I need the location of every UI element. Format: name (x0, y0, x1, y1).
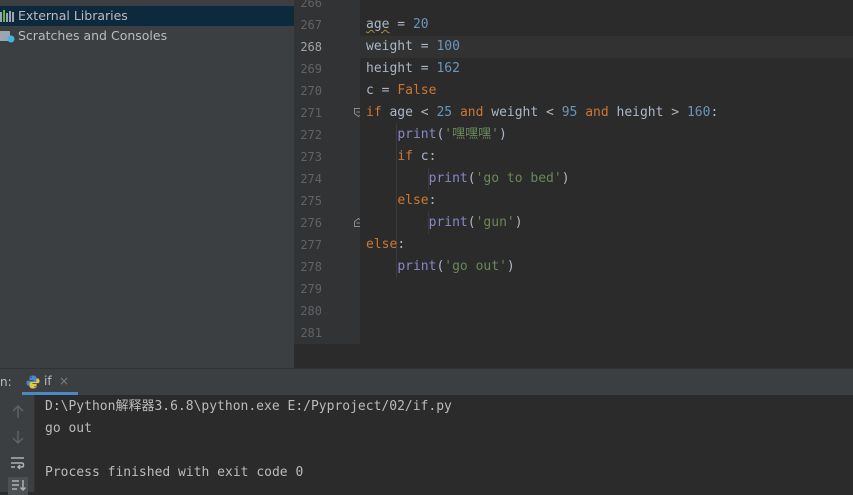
line-number: 274 (300, 172, 322, 186)
run-console[interactable]: D:\Python解释器3.6.8\python.exe E:/Pyprojec… (35, 395, 853, 492)
python-icon (26, 375, 40, 389)
code-line: else: (366, 237, 406, 252)
code-line: height = 162 (366, 61, 460, 76)
code-line: weight = 100 (366, 39, 460, 54)
line-number: 276 (300, 216, 322, 230)
editor-gutter[interactable]: 266 267 268 269 270 271 272 273 274 275 … (294, 0, 363, 344)
run-tab-label: if (44, 374, 52, 388)
project-panel-fill (0, 344, 294, 368)
line-number: 266 (300, 0, 322, 10)
tree-item-scratches-and-consoles[interactable]: Scratches and Consoles (0, 26, 294, 46)
console-line-command: D:\Python解释器3.6.8\python.exe E:/Pyprojec… (45, 399, 452, 414)
tree-item-external-libraries[interactable]: External Libraries (0, 6, 294, 26)
line-number: 267 (300, 18, 322, 32)
code-line: print('嘿嘿嘿') (397, 127, 507, 142)
line-number: 269 (300, 62, 322, 76)
run-tool-window-header: n: if × (0, 368, 853, 395)
code-line: else: (397, 193, 437, 208)
line-number: 277 (300, 238, 322, 252)
line-number-current: 268 (300, 40, 322, 54)
run-tab-if[interactable]: if × (22, 369, 78, 395)
code-line: if age < 25 and weight < 95 and height >… (366, 105, 719, 120)
line-number: 272 (300, 128, 322, 142)
console-line-output: go out (45, 421, 92, 436)
run-toolbar (0, 395, 35, 495)
line-number: 271 (300, 106, 322, 120)
library-icon (0, 10, 14, 22)
line-number: 281 (300, 326, 322, 340)
close-icon[interactable]: × (59, 374, 69, 388)
line-number: 273 (300, 150, 322, 164)
line-number: 278 (300, 260, 322, 274)
tree-item-label: Scratches and Consoles (18, 28, 168, 43)
scroll-up-icon[interactable] (8, 403, 28, 421)
partial-tree-row (0, 0, 294, 3)
code-line: if c: (397, 149, 437, 164)
console-line-exit: Process finished with exit code 0 (45, 465, 304, 480)
code-line: print('go out') (397, 259, 515, 274)
code-line: print('gun') (428, 215, 523, 230)
tree-item-label: External Libraries (18, 8, 128, 23)
scratches-icon (0, 31, 15, 43)
code-line: c = False (366, 83, 437, 98)
soft-wrap-icon[interactable] (8, 454, 28, 472)
line-number: 280 (300, 304, 322, 318)
scroll-down-icon[interactable] (8, 428, 28, 446)
project-tree-panel: External Libraries Scratches and Console… (0, 0, 294, 368)
code-line: age = 20 (366, 17, 429, 32)
code-editor[interactable]: age = 20 weight = 100 height = 162 c = F… (360, 0, 853, 344)
line-number: 279 (300, 282, 322, 296)
scroll-to-end-icon[interactable] (8, 477, 28, 495)
line-number: 275 (300, 194, 322, 208)
run-label: n: (0, 375, 12, 389)
editor-bottom-area (294, 344, 853, 368)
line-number: 270 (300, 84, 322, 98)
code-line: print('go to bed') (428, 171, 570, 186)
